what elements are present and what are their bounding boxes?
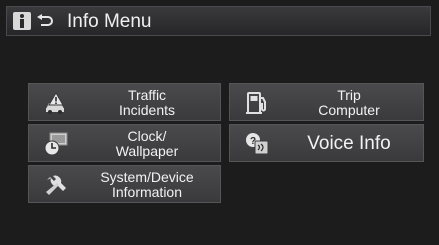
system-device-line2: Information [111, 184, 183, 200]
traffic-incidents-line1: Traffic [127, 87, 167, 103]
clock-wallpaper-button[interactable]: Clock/ Wallpaper [28, 124, 221, 162]
fuel-pump-icon [246, 92, 266, 114]
system-device-line1: System/Device [100, 169, 194, 185]
clock-wallpaper-line2: Wallpaper [115, 143, 179, 159]
trip-computer-line2: Computer [318, 102, 380, 118]
voice-info-label: Voice Info [307, 133, 391, 154]
trip-computer-line1: Trip [337, 87, 361, 103]
trip-computer-button[interactable]: Trip Computer [229, 83, 424, 121]
clock-wallpaper-label: Clock/ Wallpaper [81, 129, 213, 159]
traffic-car-warning-icon [46, 92, 64, 114]
info-icon-dot [20, 14, 24, 18]
title-bar: Info Menu [6, 6, 431, 36]
traffic-incidents-line2: Incidents [118, 102, 176, 118]
info-icon[interactable] [13, 12, 31, 30]
traffic-incidents-button[interactable]: Traffic Incidents [28, 83, 221, 121]
page-title: Info Menu [67, 11, 152, 32]
trip-computer-label: Trip Computer [284, 88, 414, 118]
back-arrow-icon[interactable] [35, 11, 55, 31]
wrench-icon [46, 175, 66, 195]
info-icon-stem [20, 19, 24, 28]
system-device-information-label: System/Device Information [81, 170, 213, 200]
system-device-information-button[interactable]: System/Device Information [28, 165, 221, 203]
traffic-incidents-label: Traffic Incidents [81, 88, 213, 118]
voice-info-button[interactable]: ? Voice Info [229, 124, 424, 162]
voice-info-icon: ? [246, 133, 269, 155]
clock-wallpaper-line1: Clock/ [127, 128, 167, 144]
info-menu-screen: Info Menu Traffic Incidents Clock/ Wallp… [0, 0, 439, 245]
clock-wallpaper-icon [44, 132, 68, 156]
